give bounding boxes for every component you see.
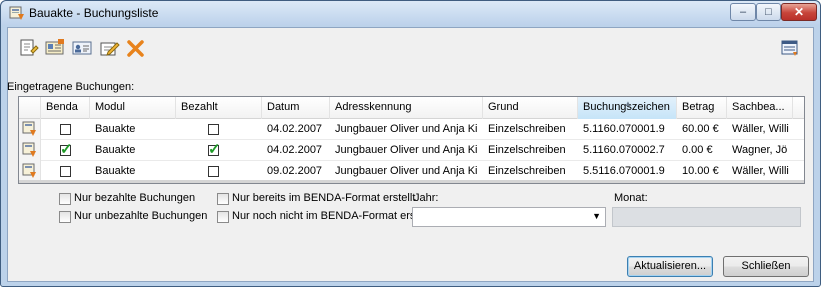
checkmark-icon: ✓ xyxy=(208,141,221,158)
open-record-button[interactable] xyxy=(44,37,66,59)
title-bar[interactable]: Bauakte - Buchungsliste – □ ✕ xyxy=(1,1,820,25)
sachbearbeiter-cell: Wagner, Jö xyxy=(732,144,788,156)
nur-nicht-benda-label: Nur noch nicht im BENDA-Format erst xyxy=(232,210,419,222)
bauakte-app-icon xyxy=(9,5,25,21)
nur-unbezahlte-checkbox[interactable] xyxy=(59,211,71,223)
sachbearbeiter-cell: Wäller, Willi xyxy=(732,165,789,177)
aktualisieren-button[interactable]: Aktualisieren... xyxy=(627,256,713,277)
bookings-section-label: Eingetragene Buchungen: xyxy=(7,81,135,93)
dialog-client-area: Eingetragene Buchungen: Benda Modul Beza… xyxy=(7,27,814,282)
table-header: Benda Modul Bezahlt Datum Adresskennung … xyxy=(19,97,804,119)
betrag-cell: 0.00 € xyxy=(682,144,713,156)
nur-benda-checkbox[interactable] xyxy=(217,193,229,205)
buchungszeichen-cell: 5.5116.070001.9 xyxy=(583,165,665,177)
maximize-button[interactable]: □ xyxy=(756,3,781,21)
adresse-cell: Jungbauer Oliver und Anja Ki xyxy=(335,165,478,177)
monat-label: Monat: xyxy=(614,192,648,204)
column-header-benda[interactable]: Benda xyxy=(41,97,90,119)
jahr-label: Jahr: xyxy=(414,192,439,204)
column-header-buchungszeichen[interactable]: ▲ Buchungszeichen xyxy=(578,97,677,119)
benda-checkbox[interactable]: ✓ xyxy=(60,141,73,158)
monat-field xyxy=(612,207,801,227)
bezahlt-checkbox[interactable]: ✓ xyxy=(208,141,221,158)
checkmark-icon: ✓ xyxy=(60,141,73,158)
grund-cell: Einzelschreiben xyxy=(488,144,566,156)
nur-bezahlte-label: Nur bezahlte Buchungen xyxy=(74,192,196,204)
row-record-icon xyxy=(19,119,41,140)
table-row[interactable]: Bauakte 04.02.2007 Jungbauer Oliver und … xyxy=(19,119,804,140)
betrag-cell: 10.00 € xyxy=(682,165,719,177)
list-settings-button[interactable] xyxy=(779,37,801,59)
benda-checkbox[interactable] xyxy=(60,124,71,135)
grund-cell: Einzelschreiben xyxy=(488,123,566,135)
application-window: Bauakte - Buchungsliste – □ ✕ Eingetrage… xyxy=(0,0,821,287)
table-horizontal-scrollbar[interactable] xyxy=(19,180,804,183)
maximize-icon: □ xyxy=(765,6,772,18)
buchungszeichen-cell: 5.1160.070001.9 xyxy=(583,123,665,135)
close-icon: ✕ xyxy=(793,5,805,19)
grund-cell: Einzelschreiben xyxy=(488,165,566,177)
address-card-button[interactable] xyxy=(71,37,93,59)
close-window-button[interactable]: ✕ xyxy=(781,3,817,21)
adresse-cell: Jungbauer Oliver und Anja Ki xyxy=(335,123,478,135)
row-record-icon xyxy=(19,140,41,161)
table-row[interactable]: ✓ Bauakte ✓ 04.02.2007 Jungbauer Oliver … xyxy=(19,140,804,161)
table-row[interactable]: Bauakte 09.02.2007 Jungbauer Oliver und … xyxy=(19,161,804,182)
betrag-cell: 60.00 € xyxy=(682,123,719,135)
datum-cell: 04.02.2007 xyxy=(267,144,323,156)
dropdown-arrow-icon: ▼ xyxy=(592,211,601,221)
schliessen-button[interactable]: Schließen xyxy=(723,256,809,277)
list-settings-icon xyxy=(779,37,801,59)
column-header-grund[interactable]: Grund xyxy=(483,97,578,119)
bezahlt-checkbox[interactable] xyxy=(208,166,219,177)
delete-button[interactable] xyxy=(125,37,147,59)
card-file-icon xyxy=(44,37,66,59)
benda-checkbox[interactable] xyxy=(60,166,71,177)
header-row-icon-col xyxy=(19,97,41,119)
nur-bezahlte-checkbox[interactable] xyxy=(59,193,71,205)
row-record-icon xyxy=(19,161,41,182)
column-header-modul[interactable]: Modul xyxy=(90,97,176,119)
column-header-bezahlt[interactable]: Bezahlt xyxy=(176,97,262,119)
sort-ascending-icon: ▲ xyxy=(624,99,632,108)
nur-nicht-benda-checkbox[interactable] xyxy=(217,211,229,223)
column-header-betrag[interactable]: Betrag xyxy=(677,97,727,119)
window-title: Bauakte - Buchungsliste xyxy=(29,6,159,20)
minimize-icon: – xyxy=(739,6,747,18)
contact-card-icon xyxy=(71,37,93,59)
column-header-adresskennung[interactable]: Adresskennung xyxy=(330,97,483,119)
buchungszeichen-cell: 5.1160.070002.7 xyxy=(583,144,665,156)
column-header-sachbearbeiter[interactable]: Sachbea... xyxy=(727,97,793,119)
delete-x-icon xyxy=(125,37,147,59)
modul-cell: Bauakte xyxy=(95,144,136,156)
adresse-cell: Jungbauer Oliver und Anja Ki xyxy=(335,144,478,156)
nur-unbezahlte-label: Nur unbezahlte Buchungen xyxy=(74,210,208,222)
datum-cell: 04.02.2007 xyxy=(267,123,323,135)
minimize-button[interactable]: – xyxy=(730,3,756,21)
column-header-datum[interactable]: Datum xyxy=(262,97,330,119)
new-document-icon xyxy=(17,37,39,59)
edit-icon xyxy=(98,37,120,59)
new-entry-button[interactable] xyxy=(17,37,39,59)
bookings-table[interactable]: Benda Modul Bezahlt Datum Adresskennung … xyxy=(18,96,805,184)
jahr-dropdown[interactable]: ▼ xyxy=(412,207,606,227)
sachbearbeiter-cell: Wäller, Willi xyxy=(732,123,789,135)
modul-cell: Bauakte xyxy=(95,123,136,135)
datum-cell: 09.02.2007 xyxy=(267,165,323,177)
bezahlt-checkbox[interactable] xyxy=(208,124,219,135)
edit-button[interactable] xyxy=(98,37,120,59)
modul-cell: Bauakte xyxy=(95,165,136,177)
nur-benda-label: Nur bereits im BENDA-Format erstellt xyxy=(232,192,416,204)
